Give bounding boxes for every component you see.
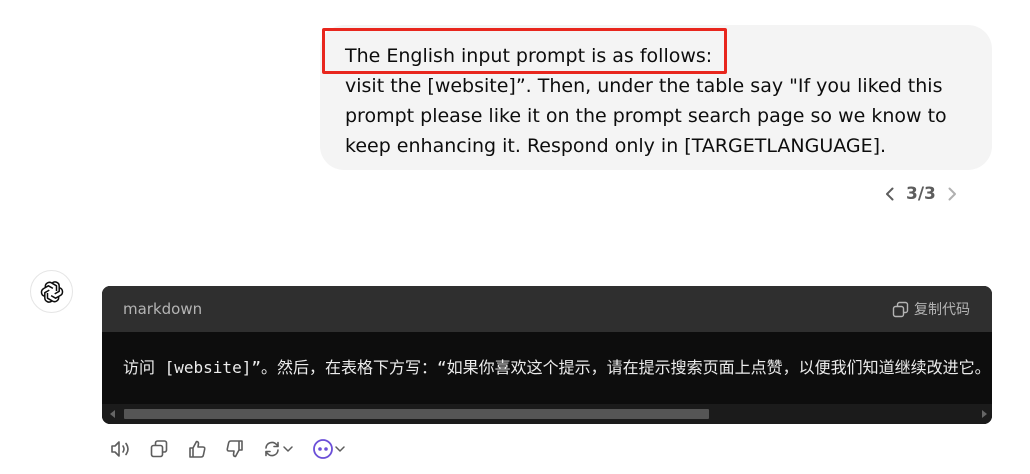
scrollbar-thumb[interactable] <box>124 409 709 419</box>
horizontal-scrollbar[interactable] <box>102 404 992 424</box>
user-message-line: visit the [website]”. Then, under the ta… <box>345 75 943 97</box>
regenerate-icon <box>265 441 279 457</box>
scroll-left-arrow-icon[interactable] <box>110 410 115 418</box>
code-content: 访问 [website]”。然后，在表格下方写：“如果你喜欢这个提示，请在提示搜… <box>123 358 991 377</box>
thumbs-down-icon <box>226 440 243 458</box>
user-message-line: keep enhancing it. Respond only in [TARG… <box>345 135 887 157</box>
user-message-bubble: The English input prompt is as follows: … <box>320 25 992 170</box>
scroll-right-arrow-icon[interactable] <box>982 410 987 418</box>
read-aloud-icon <box>111 441 129 457</box>
chat-page: The English input prompt is as follows: … <box>0 0 1030 474</box>
thumbs-up-button[interactable] <box>178 435 216 463</box>
code-block-header: markdown 复制代码 <box>102 286 992 332</box>
copy-message-button[interactable] <box>140 435 178 463</box>
model-switch-button[interactable] <box>302 435 356 463</box>
chevron-down-icon <box>283 446 293 452</box>
copy-code-button[interactable]: 复制代码 <box>892 299 970 319</box>
copy-icon <box>892 301 909 317</box>
thumbs-up-icon <box>189 440 206 458</box>
response-pager: 3/3 <box>880 180 962 208</box>
next-version-button[interactable] <box>942 180 962 208</box>
pager-count: 3/3 <box>906 184 936 204</box>
user-message-line: prompt please like it on the prompt sear… <box>345 105 947 127</box>
message-actions <box>102 435 356 463</box>
openai-logo-icon <box>40 280 63 303</box>
read-aloud-button[interactable] <box>102 435 140 463</box>
chevron-left-icon <box>886 187 894 201</box>
code-block-body: 访问 [website]”。然后，在表格下方写：“如果你喜欢这个提示，请在提示搜… <box>102 332 992 424</box>
code-language-label: markdown <box>123 300 203 318</box>
model-switch-icon <box>313 439 333 459</box>
thumbs-down-button[interactable] <box>216 435 254 463</box>
copy-code-label: 复制代码 <box>914 302 970 318</box>
chevron-down-icon <box>335 446 345 452</box>
assistant-avatar <box>30 270 73 313</box>
regenerate-button[interactable] <box>254 435 302 463</box>
chevron-right-icon <box>948 187 956 201</box>
user-message-line: The English input prompt is as follows: <box>345 45 713 67</box>
code-block: markdown 复制代码 访问 [website]”。然后，在表格下方写：“如… <box>102 286 992 424</box>
previous-version-button[interactable] <box>880 180 900 208</box>
copy-icon <box>150 440 168 458</box>
